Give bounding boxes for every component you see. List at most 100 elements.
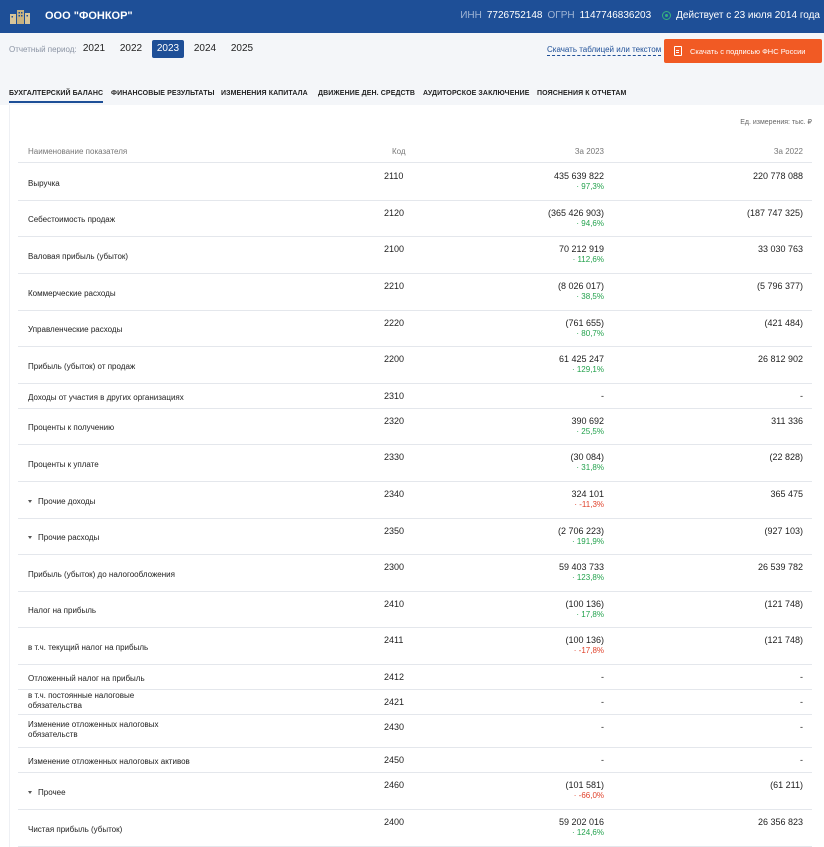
row-change-percent: · 94,6% (576, 219, 604, 228)
company-name: ООО "ФОНКОР" (45, 10, 133, 22)
row-code: 2220 (384, 318, 405, 328)
row-code: 2340 (384, 489, 405, 499)
tab-6[interactable]: ПОЯСНЕНИЯ К ОТЧЕТАМ (537, 90, 626, 97)
table-row: в т.ч. постоянные налоговые обязательств… (18, 690, 812, 715)
row-name: Прибыль (убыток) от продаж (28, 362, 198, 372)
table-row: Валовая прибыль (убыток) 2100 70 212 919 · … (18, 237, 812, 274)
row-value-2022: - (800, 697, 803, 707)
row-change-percent: · 17,8% (576, 610, 604, 619)
row-name: Проценты к получению (28, 423, 198, 433)
row-name-text: Выручка (28, 178, 60, 188)
row-value-2023: - (601, 672, 604, 682)
row-value-2022: - (800, 391, 803, 401)
col-code-header: Код (392, 147, 406, 156)
year-2024[interactable]: 2024 (189, 40, 221, 58)
document-icon (674, 46, 682, 56)
row-name: в т.ч. текущий налог на прибыль (28, 643, 198, 653)
row-name: Прочее (28, 788, 198, 798)
chevron-down-icon[interactable] (28, 499, 32, 503)
top-header: ООО "ФОНКОР" ИНН 7726752148 ОГРН 1147746… (0, 0, 824, 33)
row-value-2022: 26 812 902 (757, 354, 803, 364)
inn-label: ИНН (460, 10, 482, 21)
row-name: Изменение отложенных налоговых активов (28, 757, 198, 767)
row-value-2022: (5 796 377) (756, 281, 803, 291)
row-change-percent: · 123,8% (571, 573, 604, 582)
row-change-percent: · -17,8% (573, 646, 604, 655)
row-code: 2110 (384, 171, 404, 181)
table-row: в т.ч. текущий налог на прибыль 2411 (100 … (18, 628, 812, 665)
table-row: Коммерческие расходы 2210 (8 026 017) · 38,… (18, 274, 812, 311)
row-value-2022: (927 103) (764, 526, 803, 536)
row-value-2022: 26 539 782 (757, 562, 803, 572)
row-name: Себестоимость продаж (28, 215, 198, 225)
table-row: Доходы от участия в других организациях 2… (18, 384, 812, 409)
row-name: Прочие доходы (28, 497, 198, 507)
row-value-2023: - (601, 391, 604, 401)
row-change-percent: · 191,9% (571, 537, 604, 546)
row-value-2023: - (601, 697, 604, 707)
row-value-2022: - (800, 672, 803, 682)
row-change-percent: · 129,1% (571, 365, 604, 374)
row-value-2022: 220 778 088 (752, 171, 803, 181)
tab-5[interactable]: АУДИТОРСКОЕ ЗАКЛЮЧЕНИЕ (423, 90, 530, 97)
building-logo-icon (10, 10, 30, 24)
tab-2[interactable]: ФИНАНСОВЫЕ РЕЗУЛЬТАТЫ (111, 90, 215, 97)
year-2021[interactable]: 2021 (78, 40, 110, 58)
row-value-2023: (2 706 223) (557, 526, 604, 536)
row-value-2023: - (601, 755, 604, 765)
table-row: Себестоимость продаж 2120 (365 426 903) · 9… (18, 201, 812, 237)
year-2025[interactable]: 2025 (226, 40, 258, 58)
row-code: 2350 (384, 526, 405, 536)
row-code: 2411 (384, 635, 404, 645)
row-name: Прибыль (убыток) до налогообложения (28, 570, 198, 580)
status-active-icon (662, 11, 672, 20)
table-row: Налог на прибыль 2410 (100 136) · 17,8% (121… (18, 592, 812, 628)
row-value-2023: 390 692 (571, 416, 604, 426)
year-2022[interactable]: 2022 (115, 40, 147, 58)
company-ids: ИНН 7726752148 ОГРН 1147746836203 Действ… (460, 10, 820, 21)
row-name-text: в т.ч. постоянные налоговые обязательств… (28, 690, 135, 710)
table-row[interactable]: Прочие расходы 2350 (2 706 223) · 191,9% (92… (18, 519, 812, 555)
row-name: Управленческие расходы (28, 325, 198, 335)
row-name-text: Прочее (38, 787, 66, 797)
tab-1[interactable]: БУХГАЛТЕРСКИЙ БАЛАНС (9, 90, 104, 103)
table-row: Чистая прибыль (убыток) 2400 59 202 016 · 1… (18, 810, 812, 847)
row-name-text: в т.ч. текущий налог на прибыль (28, 642, 149, 652)
row-code: 2430 (384, 722, 405, 732)
table-row[interactable]: Прочие доходы 2340 324 101 · -11,3% 365 475 (18, 482, 812, 519)
row-code: 2210 (384, 281, 405, 291)
chevron-down-icon[interactable] (28, 790, 32, 794)
row-name: Выручка (28, 179, 198, 189)
inn-value: 7726752148 (486, 10, 543, 21)
row-value-2023: (100 136) (565, 635, 604, 645)
year-2023[interactable]: 2023 (152, 40, 184, 58)
row-name-text: Налог на прибыль (28, 606, 97, 615)
row-name: Проценты к уплате (28, 460, 198, 470)
row-value-2023: 61 425 247 (558, 354, 604, 364)
download-table-link[interactable]: Скачать таблицей или текстом (547, 45, 662, 56)
row-value-2023: (365 426 903) (547, 208, 604, 218)
row-value-2022: (22 828) (769, 452, 803, 462)
row-value-2022: - (800, 722, 803, 732)
row-name: Налог на прибыль (28, 606, 198, 616)
row-name: в т.ч. постоянные налоговые обязательств… (28, 691, 178, 711)
row-change-percent: · 38,5% (576, 292, 604, 301)
download-signed-button[interactable]: Скачать с подписью ФНС России (664, 39, 822, 63)
tab-3[interactable]: ИЗМЕНЕНИЯ КАПИТАЛА (221, 90, 308, 97)
row-name-text: Валовая прибыль (убыток) (28, 251, 129, 261)
row-code: 2421 (384, 697, 405, 707)
row-change-percent: · -66,0% (573, 791, 604, 800)
row-name-text: Прочие доходы (38, 496, 96, 506)
col-name-header: Наименование показателя (28, 147, 128, 156)
tab-4[interactable]: ДВИЖЕНИЕ ДЕН. СРЕДСТВ (318, 90, 415, 97)
row-code: 2310 (384, 391, 405, 401)
row-code: 2330 (384, 452, 405, 462)
table-row: Изменение отложенных налоговых обязатель… (18, 715, 812, 748)
row-value-2023: 324 101 (571, 489, 604, 499)
chevron-down-icon[interactable] (28, 536, 32, 540)
row-value-2022: (61 211) (770, 780, 803, 790)
col-2023-header: За 2023 (574, 147, 604, 156)
period-label: Отчетный период: (9, 45, 77, 54)
table-row[interactable]: Прочее 2460 (101 581) · -66,0% (61 211) (18, 773, 812, 810)
row-code: 2460 (384, 780, 405, 790)
